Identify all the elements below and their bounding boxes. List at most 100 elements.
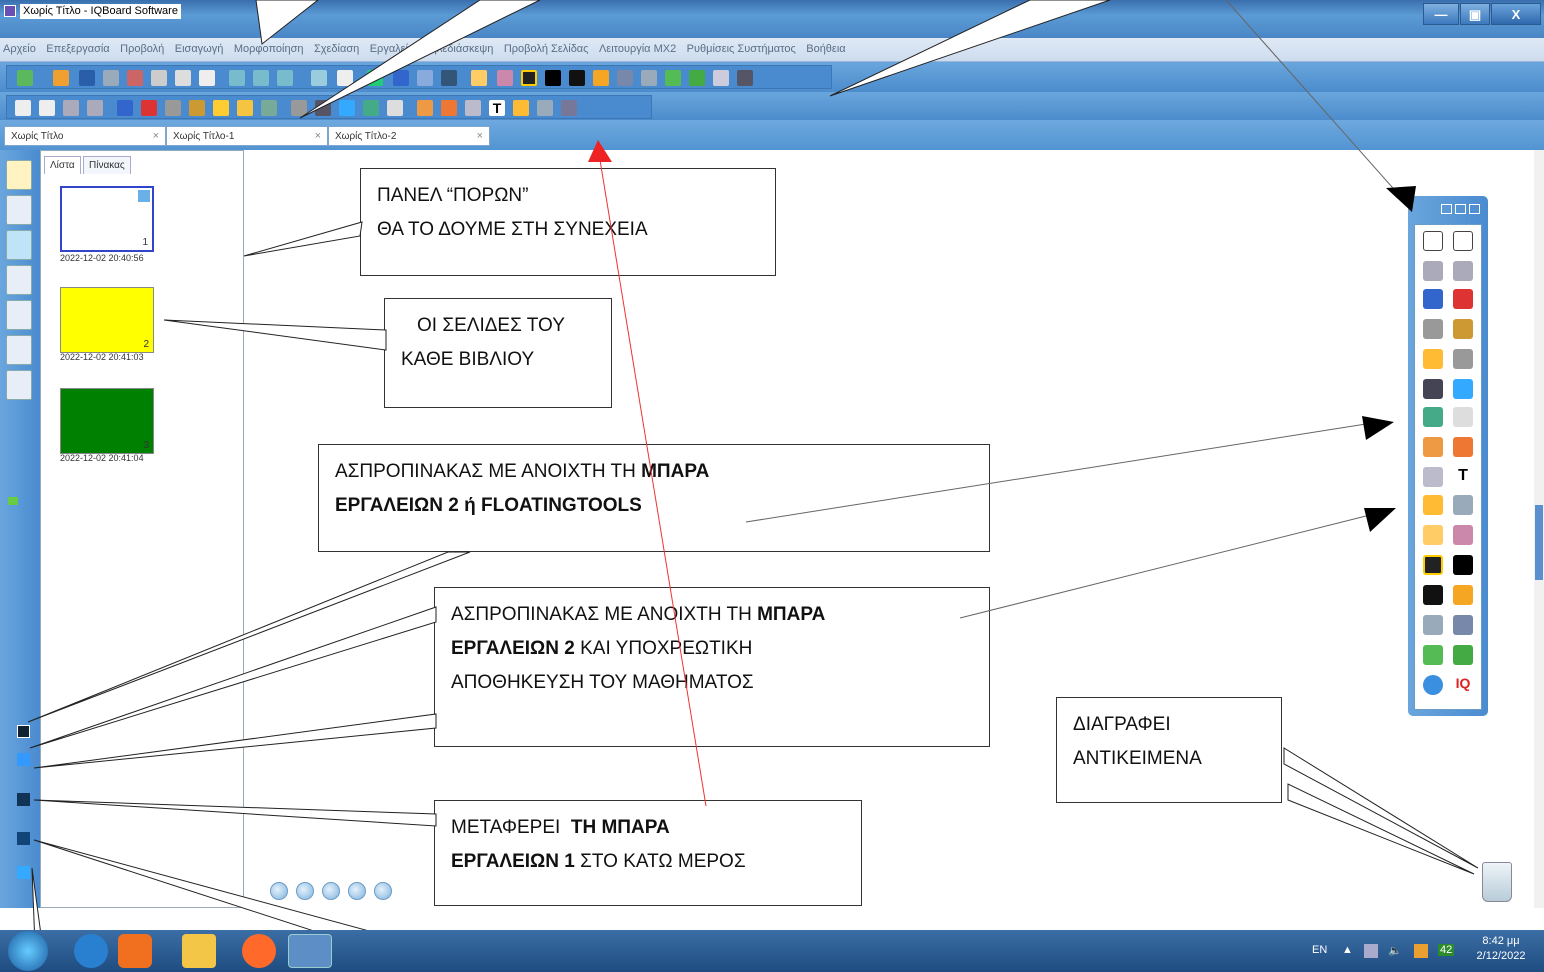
highlighter-icon[interactable] (1423, 349, 1443, 369)
firefox-icon[interactable] (242, 934, 276, 968)
graph-icon[interactable] (1423, 407, 1443, 427)
ft-minimize-icon[interactable] (1455, 204, 1466, 214)
page-thumbnail[interactable]: 3 (60, 388, 154, 454)
select-icon[interactable] (15, 100, 31, 116)
ruler-icon[interactable] (1453, 495, 1473, 515)
triangle-icon[interactable] (387, 100, 403, 116)
next-page-icon[interactable] (348, 882, 366, 900)
paste-icon[interactable] (199, 70, 215, 86)
eraser-icon[interactable] (291, 100, 307, 116)
library-icon[interactable] (6, 195, 32, 225)
curtain-icon[interactable] (521, 70, 537, 86)
tray-app-icon[interactable] (1414, 944, 1428, 958)
mouse-icon[interactable] (1453, 231, 1473, 251)
swap-icon[interactable] (17, 832, 30, 845)
triangle-icon[interactable] (1453, 407, 1473, 427)
smart-pen-icon[interactable] (261, 100, 277, 116)
tools-rail-icon[interactable] (6, 300, 32, 330)
tab-close-icon[interactable]: × (153, 130, 159, 142)
tab-close-icon[interactable]: × (315, 130, 321, 142)
black-screen-icon[interactable] (569, 70, 585, 86)
line-icon[interactable] (1423, 379, 1443, 399)
tab-list[interactable]: Λίστα (44, 156, 81, 174)
tab-untitled[interactable]: Χωρίς Τίτλο × (4, 126, 166, 146)
last-page-icon[interactable] (374, 882, 392, 900)
black-screen-icon[interactable] (1423, 585, 1443, 605)
gallery-rail-icon[interactable] (6, 230, 32, 260)
bar-chart-icon[interactable] (1453, 437, 1473, 457)
language-indicator[interactable]: EN (1312, 944, 1327, 956)
bar-chart-icon[interactable] (441, 100, 457, 116)
grid-icon[interactable] (737, 70, 753, 86)
whiteboard-icon[interactable] (17, 753, 30, 766)
shape-icon[interactable] (1453, 379, 1473, 399)
first-page-icon[interactable] (270, 882, 288, 900)
clock[interactable]: 8:42 μμ 2/12/2022 (1466, 934, 1536, 964)
menu-tools[interactable]: Εργαλεία (367, 38, 418, 55)
crayon-icon[interactable] (237, 100, 253, 116)
redo-icon[interactable] (1453, 261, 1473, 281)
menu-system-settings[interactable]: Ρυθμίσεις Συστήματος (684, 38, 799, 55)
copy-icon[interactable] (151, 70, 167, 86)
pen-icon[interactable] (1423, 289, 1443, 309)
magic-icon[interactable] (471, 70, 487, 86)
ft-menu-icon[interactable] (1441, 204, 1452, 214)
scroll-thumb[interactable] (1535, 505, 1543, 580)
line-icon[interactable] (315, 100, 331, 116)
ft-close-icon[interactable] (1469, 204, 1480, 214)
previous-page-icon[interactable] (296, 882, 314, 900)
delete-page-icon[interactable] (127, 70, 143, 86)
curtain-icon[interactable] (1423, 555, 1443, 575)
network-icon[interactable] (1364, 944, 1378, 958)
move-toolbar-icon[interactable] (17, 793, 30, 806)
eraser-icon[interactable] (1453, 349, 1473, 369)
abc-icon[interactable] (1423, 675, 1443, 695)
fullscreen-icon[interactable] (393, 70, 409, 86)
new-page-icon[interactable] (17, 70, 33, 86)
screen-shade-icon[interactable] (1453, 555, 1473, 575)
shape-icon[interactable] (339, 100, 355, 116)
zoom-out-icon[interactable] (253, 70, 269, 86)
page-thumbnail[interactable]: 1 (60, 186, 154, 252)
iqboard-taskbar-icon[interactable] (288, 934, 332, 968)
table-icon[interactable] (465, 100, 481, 116)
file-explorer-icon[interactable] (182, 934, 216, 968)
tab-board[interactable]: Πίνακας (83, 156, 131, 174)
undo-icon[interactable] (63, 100, 79, 116)
table-icon[interactable] (1423, 467, 1443, 487)
page-thumbnail[interactable]: 2 (60, 287, 154, 353)
graph-icon[interactable] (363, 100, 379, 116)
android-icon[interactable] (665, 70, 681, 86)
brush-icon[interactable] (1453, 289, 1473, 309)
cut-icon[interactable] (175, 70, 191, 86)
pen-icon[interactable] (117, 100, 133, 116)
page-menu-icon[interactable] (138, 190, 150, 202)
open-icon[interactable] (53, 70, 69, 86)
keyboard-icon[interactable] (561, 100, 577, 116)
camera-icon[interactable] (1453, 615, 1473, 635)
magic-icon[interactable] (1423, 525, 1443, 545)
calligraphy-icon[interactable] (1453, 319, 1473, 339)
tab-untitled-1[interactable]: Χωρίς Τίτλο-1 × (166, 126, 328, 146)
close-button[interactable]: X (1491, 3, 1541, 25)
menu-insert[interactable]: Εισαγωγή (172, 38, 227, 55)
fill-icon[interactable] (1423, 495, 1443, 515)
vertical-scrollbar[interactable] (1534, 150, 1544, 908)
recycle-bin-icon[interactable] (1482, 862, 1512, 902)
menu-teleconference[interactable]: Τηλεδιάσκεψη (422, 38, 497, 55)
pencil-icon[interactable] (165, 100, 181, 116)
record-icon[interactable] (689, 70, 705, 86)
maximize-button[interactable]: ▣ (1460, 3, 1490, 25)
tray-badge[interactable]: 42 (1438, 944, 1455, 956)
spotlight-icon[interactable] (1453, 525, 1473, 545)
pencil-icon[interactable] (1423, 319, 1443, 339)
menu-edit[interactable]: Επεξεργασία (43, 38, 112, 55)
back-arrow-icon[interactable] (1453, 585, 1473, 605)
back-arrow-icon[interactable] (593, 70, 609, 86)
menu-help[interactable]: Βοήθεια (803, 38, 848, 55)
exit-icon[interactable] (17, 866, 30, 879)
notes-rail-icon[interactable] (6, 370, 32, 400)
books-icon[interactable] (6, 265, 32, 295)
tray-expand-icon[interactable]: ▲ (1342, 944, 1353, 956)
volume-icon[interactable]: 🔈 (1388, 944, 1402, 957)
